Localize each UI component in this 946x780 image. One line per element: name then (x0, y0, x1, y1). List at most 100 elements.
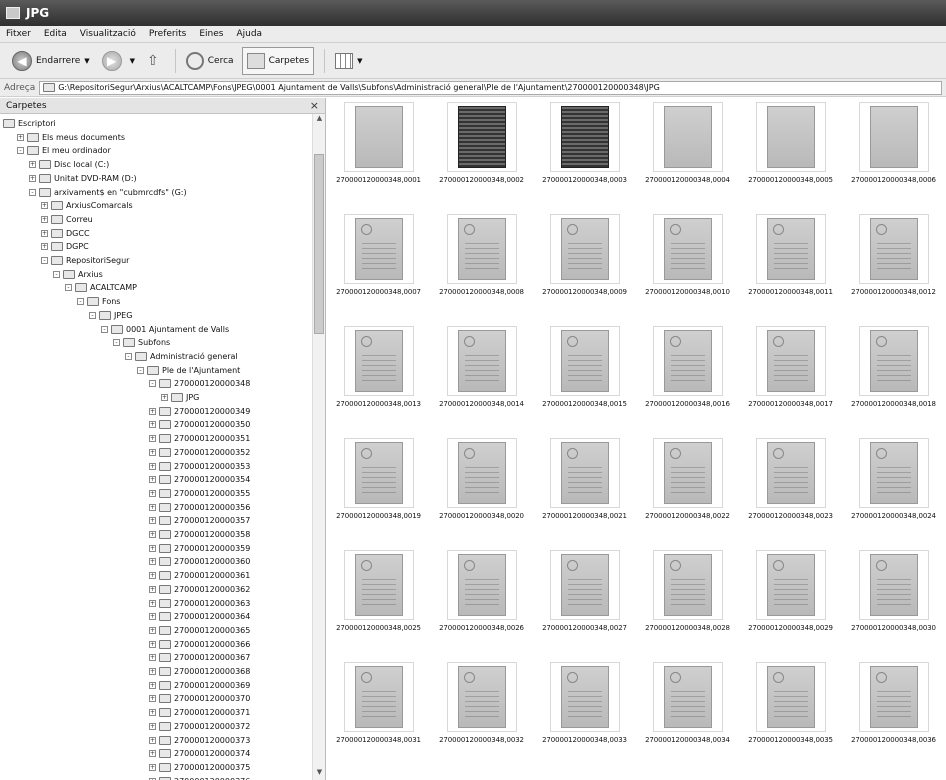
tree-item[interactable]: +270000120000351 (149, 433, 250, 444)
collapse-icon[interactable]: - (125, 352, 132, 360)
collapse-icon[interactable]: - (89, 311, 96, 319)
tree-item[interactable]: +270000120000352 (149, 447, 250, 458)
expand-icon[interactable]: + (149, 517, 156, 525)
thumbnail-item[interactable]: 270000120000348,0023 (739, 438, 842, 520)
forward-dropdown-icon[interactable]: ▼ (130, 57, 135, 65)
tree-item[interactable]: - arxivament$ en "cubmrcdfs" (G:) (29, 187, 187, 198)
tree-item[interactable]: +270000120000365 (149, 625, 250, 636)
tree-item[interactable]: +270000120000375 (149, 762, 250, 773)
expand-icon[interactable]: + (149, 599, 156, 607)
thumbnail-item[interactable]: 270000120000348,0032 (430, 662, 533, 744)
expand-icon[interactable]: + (17, 133, 24, 141)
thumbnail-image[interactable] (446, 550, 517, 620)
tree-item[interactable]: +270000120000363 (149, 598, 250, 609)
tree-item[interactable]: Escriptori (3, 118, 56, 129)
tree-item[interactable]: - Administració general (125, 351, 238, 362)
collapse-icon[interactable]: - (65, 284, 72, 292)
tree-item[interactable]: +270000120000361 (149, 570, 250, 581)
thumbnail-image[interactable] (343, 550, 414, 620)
expand-icon[interactable]: + (149, 476, 156, 484)
expand-icon[interactable]: + (149, 722, 156, 730)
tree-item[interactable]: +270000120000376 (149, 776, 250, 780)
menu-edit[interactable]: Edita (44, 29, 67, 39)
thumbnail-item[interactable]: 270000120000348,0012 (842, 214, 945, 296)
expand-icon[interactable]: + (149, 613, 156, 621)
thumbnail-image[interactable] (858, 662, 929, 732)
thumbnail-item[interactable]: 270000120000348,0014 (430, 326, 533, 408)
tree-item[interactable]: +270000120000373 (149, 735, 250, 746)
tree-item[interactable]: + Disc local (C:) (29, 159, 109, 170)
thumbnail-image[interactable] (549, 326, 620, 396)
tree-item[interactable]: +270000120000358 (149, 529, 250, 540)
expand-icon[interactable]: + (149, 544, 156, 552)
tree-item[interactable]: + JPG (161, 392, 199, 403)
collapse-icon[interactable]: - (101, 325, 108, 333)
collapse-icon[interactable]: - (17, 147, 24, 155)
thumbnail-image[interactable] (755, 102, 826, 172)
tree-scrollbar[interactable]: ▲ ▼ (312, 114, 325, 780)
tree-item[interactable]: +270000120000357 (149, 515, 250, 526)
thumbnail-item[interactable]: 270000120000348,0015 (533, 326, 636, 408)
expand-icon[interactable]: + (149, 763, 156, 771)
menu-view[interactable]: Visualització (80, 29, 136, 39)
tree-item[interactable]: + DGPC (41, 241, 89, 252)
tree-item[interactable]: - 0001 Ajuntament de Valls (101, 324, 229, 335)
tree-item[interactable]: +270000120000355 (149, 488, 250, 499)
tree-item[interactable]: + DGCC (41, 228, 90, 239)
search-button[interactable]: Cerca (182, 47, 238, 75)
tree-item[interactable]: +270000120000360 (149, 556, 250, 567)
expand-icon[interactable]: + (149, 654, 156, 662)
tree-item[interactable]: +270000120000353 (149, 461, 250, 472)
expand-icon[interactable]: + (149, 503, 156, 511)
thumbnail-image[interactable] (446, 214, 517, 284)
tree-item[interactable]: +270000120000371 (149, 707, 250, 718)
expand-icon[interactable]: + (149, 421, 156, 429)
thumbnail-item[interactable]: 270000120000348,0020 (430, 438, 533, 520)
menu-favorites[interactable]: Preferits (149, 29, 186, 39)
tree-item[interactable]: - JPEG (89, 310, 132, 321)
up-folder-button[interactable]: ⇧ (143, 47, 165, 75)
thumbnail-item[interactable]: 270000120000348,0029 (739, 550, 842, 632)
thumbnail-image[interactable] (343, 438, 414, 508)
thumbnail-item[interactable]: 270000120000348,0003 (533, 102, 636, 184)
thumbnail-image[interactable] (858, 438, 929, 508)
thumbnail-image[interactable] (446, 102, 517, 172)
thumbnail-item[interactable]: 270000120000348,0002 (430, 102, 533, 184)
expand-icon[interactable]: + (149, 709, 156, 717)
tree-item[interactable]: +270000120000368 (149, 666, 250, 677)
back-button[interactable]: ◀ Endarrere ▼ (8, 47, 94, 75)
thumbnail-item[interactable]: 270000120000348,0036 (842, 662, 945, 744)
back-dropdown-icon[interactable]: ▼ (84, 57, 89, 65)
expand-icon[interactable]: + (29, 174, 36, 182)
expand-icon[interactable]: + (149, 531, 156, 538)
expand-icon[interactable]: + (41, 202, 48, 210)
tree-item[interactable]: +270000120000374 (149, 748, 250, 759)
tree-item[interactable]: - El meu ordinador (17, 145, 111, 156)
tree-item[interactable]: +270000120000372 (149, 721, 250, 732)
expand-icon[interactable]: + (149, 462, 156, 470)
thumbnail-item[interactable]: 270000120000348,0018 (842, 326, 945, 408)
thumbnail-image[interactable] (755, 662, 826, 732)
tree-item[interactable]: +270000120000362 (149, 584, 250, 595)
thumbnail-image[interactable] (652, 438, 723, 508)
thumbnail-item[interactable]: 270000120000348,0010 (636, 214, 739, 296)
tree-item[interactable]: + Els meus documents (17, 132, 125, 143)
thumbnail-image[interactable] (549, 550, 620, 620)
menu-help[interactable]: Ajuda (236, 29, 262, 39)
tree-item[interactable]: +270000120000370 (149, 693, 250, 704)
expand-icon[interactable]: + (149, 736, 156, 744)
tree-item[interactable]: +270000120000364 (149, 611, 250, 622)
tree-item[interactable]: - 270000120000348 (149, 378, 250, 389)
tree-item[interactable]: +270000120000350 (149, 419, 250, 430)
tree-item[interactable]: + Unitat DVD-RAM (D:) (29, 173, 137, 184)
expand-icon[interactable]: + (149, 695, 156, 703)
tree-item[interactable]: +270000120000366 (149, 639, 250, 650)
scroll-up-icon[interactable]: ▲ (313, 114, 326, 126)
thumbnail-item[interactable]: 270000120000348,0031 (327, 662, 430, 744)
thumbnail-item[interactable]: 270000120000348,0019 (327, 438, 430, 520)
thumbnail-item[interactable]: 270000120000348,0001 (327, 102, 430, 184)
thumbnail-image[interactable] (446, 438, 517, 508)
thumbnail-image[interactable] (343, 326, 414, 396)
thumbnail-item[interactable]: 270000120000348,0022 (636, 438, 739, 520)
tree-item[interactable]: +270000120000356 (149, 502, 250, 513)
